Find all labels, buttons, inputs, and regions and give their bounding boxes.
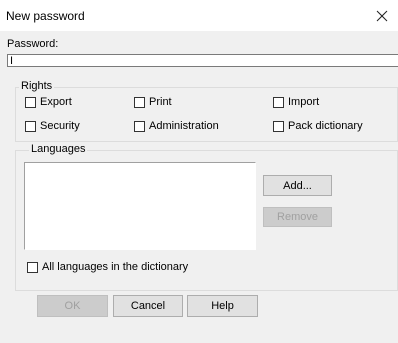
administration-checkbox[interactable]: Administration bbox=[134, 120, 219, 132]
import-checkbox-label: Import bbox=[288, 96, 320, 108]
pack-dictionary-checkbox[interactable]: Pack dictionary bbox=[273, 120, 363, 132]
add-language-button[interactable]: Add... bbox=[263, 175, 332, 196]
window-title: New password bbox=[6, 9, 85, 23]
remove-language-button[interactable]: Remove bbox=[263, 207, 332, 227]
security-checkbox-box[interactable] bbox=[25, 120, 36, 132]
all-languages-checkbox[interactable]: All languages in the dictionary bbox=[27, 261, 188, 273]
password-label: Password: bbox=[7, 38, 59, 50]
all-languages-checkbox-label: All languages in the dictionary bbox=[42, 261, 189, 273]
export-checkbox-label: Export bbox=[40, 96, 72, 108]
print-checkbox-box[interactable] bbox=[134, 96, 145, 108]
ok-button[interactable]: OK bbox=[37, 295, 108, 317]
languages-group-caption: Languages bbox=[29, 143, 88, 156]
rights-group-caption: Rights bbox=[19, 80, 55, 93]
password-input[interactable] bbox=[7, 54, 398, 67]
all-languages-checkbox-box[interactable] bbox=[27, 261, 38, 273]
security-checkbox-label: Security bbox=[40, 120, 80, 132]
languages-listbox[interactable] bbox=[24, 162, 256, 250]
cancel-button[interactable]: Cancel bbox=[113, 295, 183, 317]
rights-group bbox=[15, 87, 398, 142]
dialog-body: Password: Rights Export Print Import Sec… bbox=[0, 31, 398, 343]
print-checkbox[interactable]: Print bbox=[134, 96, 172, 108]
import-checkbox-box[interactable] bbox=[273, 96, 284, 108]
security-checkbox[interactable]: Security bbox=[25, 120, 80, 132]
print-checkbox-label: Print bbox=[149, 96, 172, 108]
export-checkbox-box[interactable] bbox=[25, 96, 36, 108]
help-button[interactable]: Help bbox=[187, 295, 258, 317]
pack-dictionary-checkbox-box[interactable] bbox=[273, 120, 284, 132]
close-button[interactable] bbox=[366, 0, 398, 31]
title-bar: New password bbox=[0, 0, 398, 31]
administration-checkbox-label: Administration bbox=[149, 120, 219, 132]
close-icon bbox=[376, 10, 388, 21]
administration-checkbox-box[interactable] bbox=[134, 120, 145, 132]
import-checkbox[interactable]: Import bbox=[273, 96, 319, 108]
export-checkbox[interactable]: Export bbox=[25, 96, 72, 108]
pack-dictionary-checkbox-label: Pack dictionary bbox=[288, 120, 363, 132]
